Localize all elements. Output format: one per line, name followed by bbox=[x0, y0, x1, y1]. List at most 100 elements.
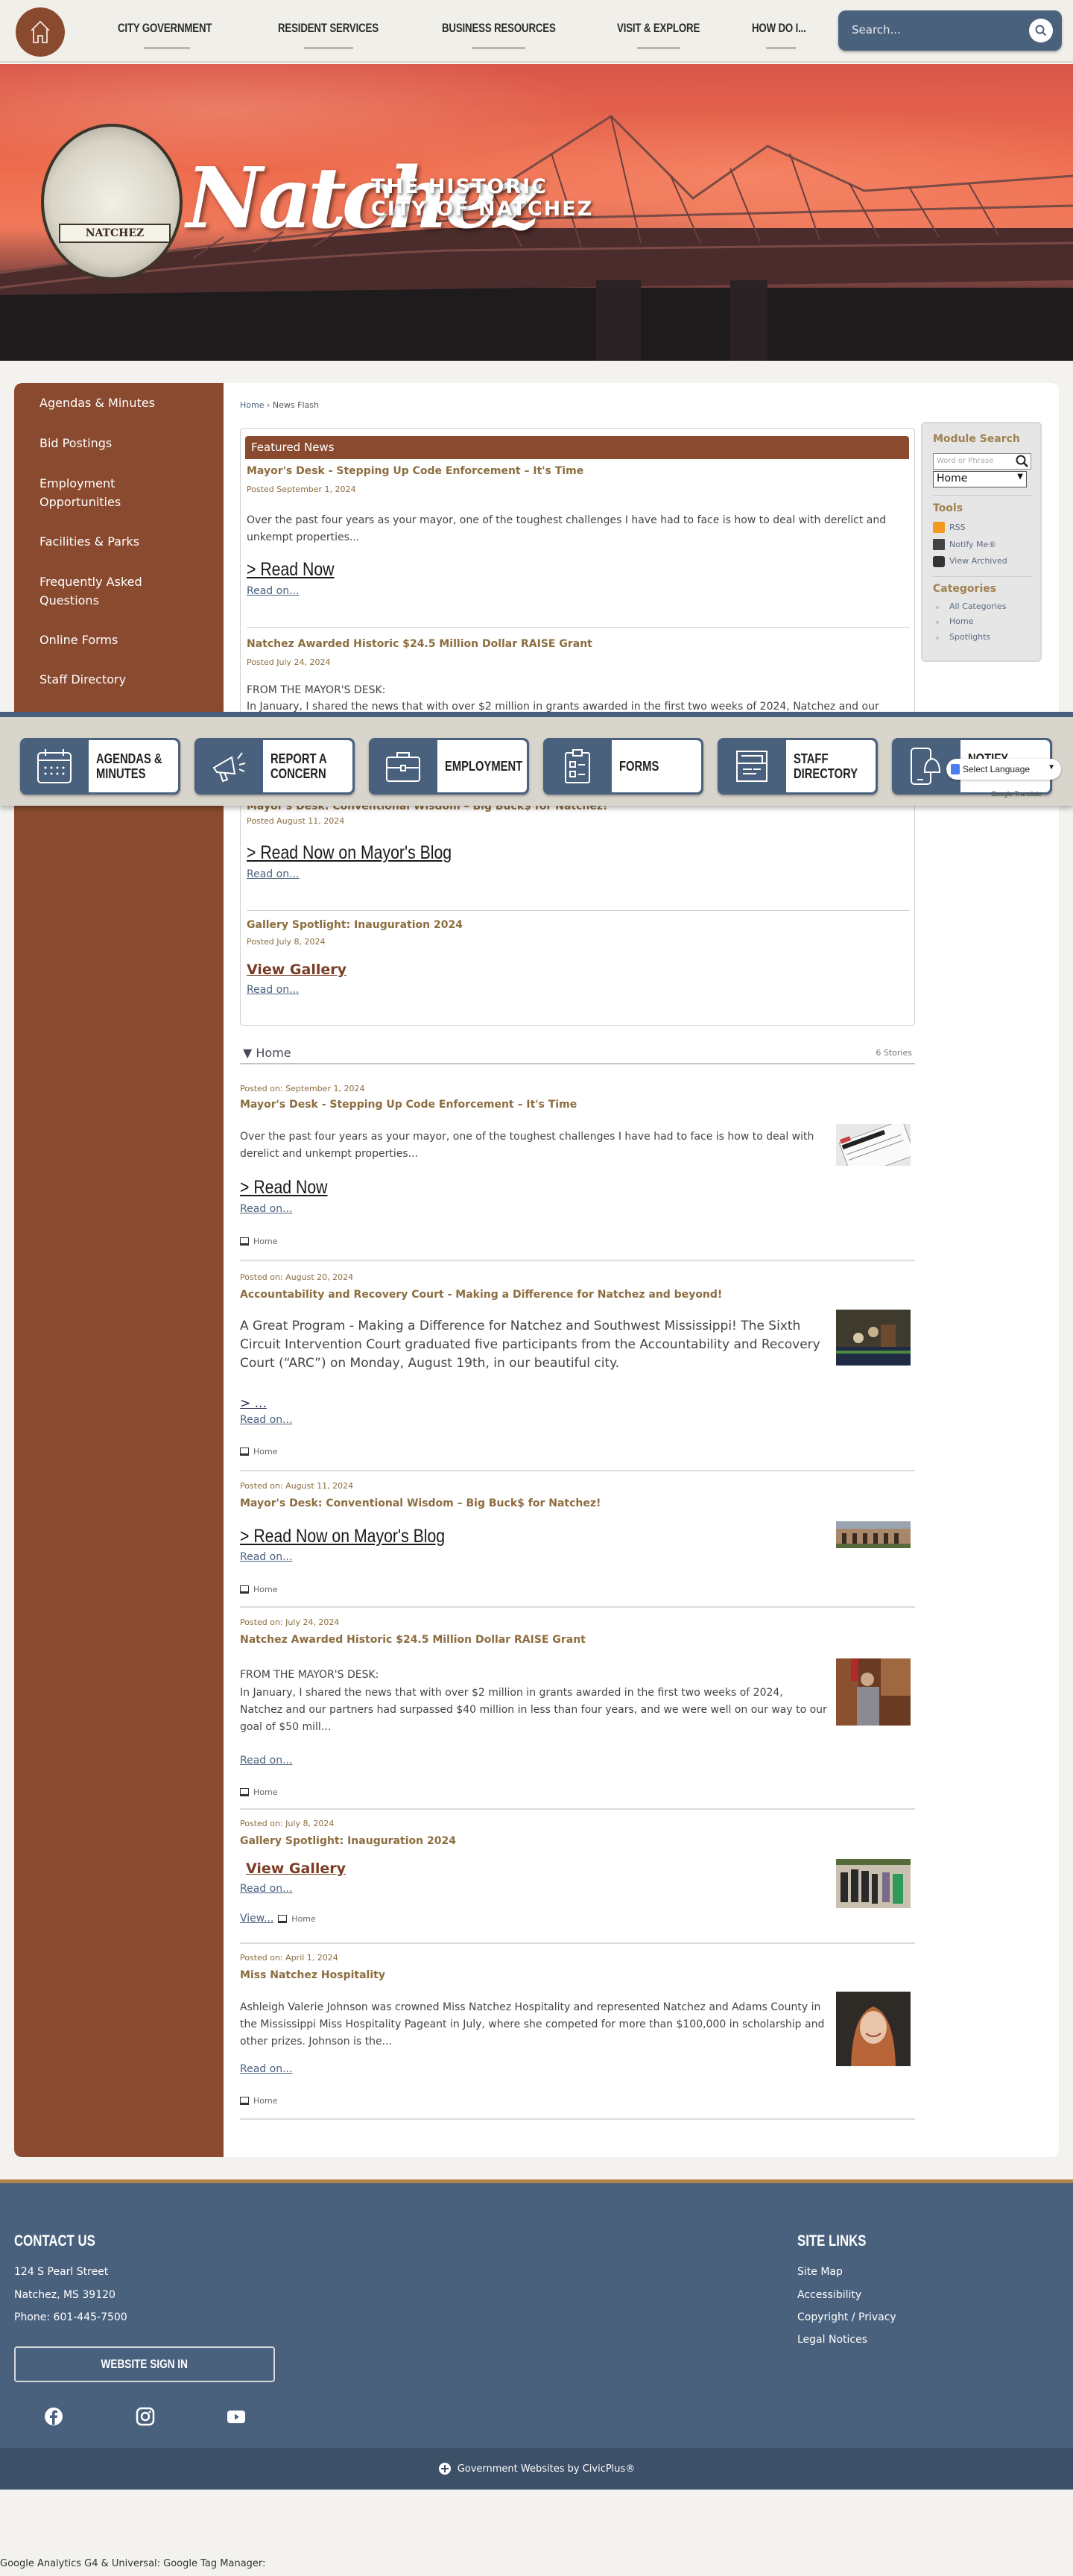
site-search-input[interactable]: Search... bbox=[838, 10, 1062, 51]
read-on-link[interactable]: Read on... bbox=[247, 585, 299, 597]
footer-link-copyright[interactable]: Copyright / Privacy bbox=[797, 2311, 896, 2323]
read-blog-link[interactable]: > Read Now on Mayor's Blog bbox=[240, 1526, 445, 1547]
nav-visit-explore[interactable]: VISIT & EXPLORE bbox=[617, 21, 700, 36]
footer-link-site-map[interactable]: Site Map bbox=[797, 2266, 843, 2278]
story-category[interactable]: Home bbox=[240, 1787, 277, 1797]
sidebar-item-facilities[interactable]: Facilities & Parks bbox=[39, 532, 203, 551]
sidebar-item-employment[interactable]: Employment Opportunities bbox=[39, 474, 144, 511]
search-icon bbox=[1035, 25, 1047, 37]
category-home[interactable]: Home bbox=[949, 616, 973, 626]
quicklink-label-wrap: REPORT A CONCERN bbox=[263, 740, 352, 792]
read-on-link[interactable]: Read on... bbox=[247, 984, 299, 996]
story-thumbnail-building[interactable] bbox=[836, 1521, 911, 1548]
featured-title[interactable]: Gallery Spotlight: Inauguration 2024 bbox=[247, 919, 463, 931]
mail-icon bbox=[933, 539, 945, 550]
view-gallery-link[interactable]: View Gallery bbox=[247, 962, 346, 978]
tool-notify-me[interactable]: Notify Me® bbox=[949, 540, 996, 549]
sidebar-item-staff[interactable]: Staff Directory bbox=[39, 670, 203, 689]
story-title[interactable]: Natchez Awarded Historic $24.5 Million D… bbox=[240, 1634, 586, 1646]
story-thumbnail-courtroom[interactable] bbox=[836, 1310, 911, 1366]
search-icon[interactable] bbox=[1016, 455, 1029, 468]
nav-underline bbox=[766, 47, 796, 49]
story-date: Posted on: August 20, 2024 bbox=[240, 1272, 354, 1282]
story-title[interactable]: Gallery Spotlight: Inauguration 2024 bbox=[240, 1835, 456, 1847]
search-button[interactable] bbox=[1029, 19, 1053, 42]
sidebar-item-forms[interactable]: Online Forms bbox=[39, 631, 203, 649]
read-on-link[interactable]: Read on... bbox=[247, 868, 299, 880]
category-select[interactable]: Home ▼ bbox=[933, 471, 1027, 487]
featured-read-blog-link[interactable]: > Read Now on Mayor's Blog bbox=[247, 842, 452, 864]
nav-business-resources[interactable]: BUSINESS RESOURCES bbox=[442, 21, 556, 36]
story-category[interactable]: Home bbox=[240, 2096, 277, 2106]
quicklink-agendas[interactable]: AGENDAS & MINUTES bbox=[20, 738, 180, 795]
quicklink-report-concern[interactable]: REPORT A CONCERN bbox=[194, 738, 355, 795]
module-search-input[interactable]: Word or Phrase bbox=[933, 453, 1031, 470]
read-on-link[interactable]: Read on... bbox=[240, 1551, 292, 1563]
facebook-icon[interactable] bbox=[44, 2407, 63, 2426]
language-select[interactable]: Select Language ▼ bbox=[946, 759, 1061, 780]
view-link[interactable]: View... bbox=[240, 1913, 273, 1925]
quicklink-employment[interactable]: EMPLOYMENT bbox=[369, 738, 529, 795]
story-title[interactable]: Mayor's Desk - Stepping Up Code Enforcem… bbox=[240, 1099, 577, 1111]
phone: Phone: 601-445-7500 bbox=[14, 2311, 127, 2323]
story-category[interactable]: Home bbox=[240, 1447, 277, 1456]
footer-link-accessibility[interactable]: Accessibility bbox=[797, 2289, 861, 2301]
featured-date: Posted July 8, 2024 bbox=[247, 937, 326, 947]
breadcrumb-current: News Flash bbox=[272, 400, 319, 410]
category-spotlights[interactable]: Spotlights bbox=[949, 632, 990, 642]
sidebar-item-agendas[interactable]: Agendas & Minutes bbox=[39, 394, 203, 412]
story-title[interactable]: Accountability and Recovery Court - Maki… bbox=[240, 1289, 722, 1301]
home-category-header[interactable]: ▼ Home 6 Stories bbox=[240, 1044, 915, 1064]
quicklink-forms[interactable]: FORMS bbox=[543, 738, 703, 795]
tool-view-archived[interactable]: View Archived bbox=[949, 556, 1007, 566]
quicklink-label-wrap: FORMS bbox=[612, 740, 701, 792]
featured-news-heading: Featured News bbox=[245, 436, 909, 459]
news-story: Posted on: April 1, 2024 Miss Natchez Ho… bbox=[240, 1953, 915, 2124]
featured-title[interactable]: Mayor's Desk - Stepping Up Code Enforcem… bbox=[247, 465, 583, 477]
story-thumbnail-inauguration[interactable] bbox=[836, 1859, 911, 1908]
quicklink-staff-directory[interactable]: STAFF DIRECTORY bbox=[718, 738, 878, 795]
read-on-link[interactable]: Read on... bbox=[240, 2063, 292, 2075]
sidebar-item-bids[interactable]: Bid Postings bbox=[39, 434, 203, 452]
story-title[interactable]: Miss Natchez Hospitality bbox=[240, 1969, 385, 1981]
nav-how-do-i[interactable]: HOW DO I... bbox=[752, 21, 806, 36]
story-thumbnail-notice[interactable] bbox=[836, 1124, 911, 1166]
home-button[interactable] bbox=[16, 7, 65, 57]
read-on-link[interactable]: Read on... bbox=[240, 1414, 292, 1426]
story-title[interactable]: Mayor's Desk: Conventional Wisdom – Big … bbox=[240, 1497, 601, 1509]
story-category[interactable]: Home bbox=[240, 1585, 277, 1594]
tool-rss[interactable]: RSS bbox=[949, 523, 966, 532]
google-translate-credit[interactable]: Google Translate bbox=[991, 790, 1042, 798]
featured-summary: FROM THE MAYOR'S DESK: bbox=[247, 684, 386, 696]
quicklink-label: STAFF DIRECTORY bbox=[794, 751, 858, 781]
story-category-label[interactable]: Home bbox=[291, 1914, 315, 1924]
footer-link-legal[interactable]: Legal Notices bbox=[797, 2334, 867, 2346]
google-translate-icon bbox=[951, 764, 960, 774]
site-links-heading: SITE LINKS bbox=[797, 2232, 867, 2250]
sidebar-item-faq[interactable]: Frequently Asked Questions bbox=[39, 572, 159, 610]
youtube-icon[interactable] bbox=[227, 2407, 246, 2426]
civicplus-bar: Government Websites by CivicPlus® bbox=[0, 2448, 1073, 2490]
nav-city-government[interactable]: CITY GOVERNMENT bbox=[118, 21, 212, 36]
featured-read-now-link[interactable]: > Read Now bbox=[247, 559, 335, 581]
story-date: Posted on: July 24, 2024 bbox=[240, 1617, 340, 1627]
featured-title[interactable]: Natchez Awarded Historic $24.5 Million D… bbox=[247, 638, 592, 650]
story-category[interactable]: Home bbox=[240, 1237, 277, 1246]
ellipsis-link[interactable]: > ... bbox=[240, 1396, 267, 1411]
read-on-link[interactable]: Read on... bbox=[240, 1883, 292, 1895]
category-all[interactable]: All Categories bbox=[949, 602, 1006, 611]
breadcrumb-home[interactable]: Home bbox=[240, 400, 264, 410]
nav-resident-services[interactable]: RESIDENT SERVICES bbox=[278, 21, 379, 36]
view-gallery-link[interactable]: View Gallery bbox=[246, 1860, 346, 1877]
story-summary: In January, I shared the news that with … bbox=[240, 1687, 827, 1733]
story-summary: Ashleigh Valerie Johnson was crowned Mis… bbox=[240, 2001, 825, 2048]
website-sign-in-button[interactable]: WEBSITE SIGN IN bbox=[14, 2346, 275, 2382]
read-on-link[interactable]: Read on... bbox=[240, 1755, 292, 1767]
read-now-link[interactable]: > Read Now bbox=[240, 1177, 328, 1199]
read-on-link[interactable]: Read on... bbox=[240, 1203, 292, 1215]
story-thumbnail-portrait[interactable] bbox=[836, 1992, 911, 2066]
civicplus-link[interactable]: Government Websites by CivicPlus® bbox=[458, 2463, 636, 2475]
instagram-icon[interactable] bbox=[136, 2407, 155, 2426]
story-thumbnail-mayor[interactable] bbox=[836, 1658, 911, 1726]
bullet-icon bbox=[936, 606, 939, 609]
